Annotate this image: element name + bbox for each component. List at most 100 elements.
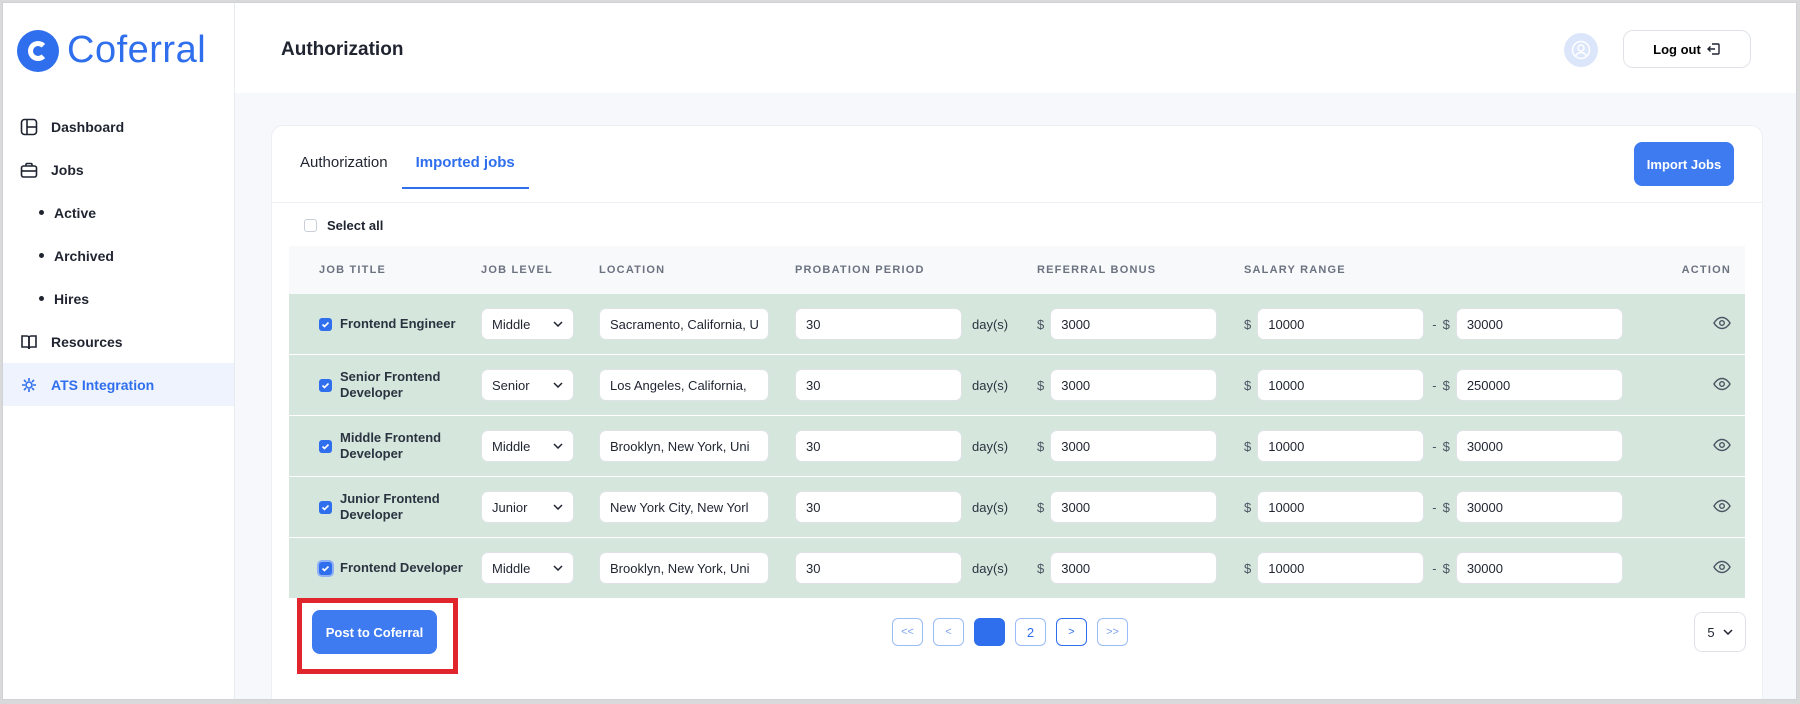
location-input[interactable]: Los Angeles, California, [599,369,769,401]
bonus-input[interactable]: 3000 [1050,308,1218,340]
job-level-select[interactable]: Middle [481,308,574,340]
probation-input[interactable]: 30 [795,491,962,523]
days-suffix: day(s) [972,377,1009,393]
next-page-button[interactable]: > [1056,618,1087,646]
sidebar-item-archived[interactable]: Archived [3,234,234,277]
brand-logo[interactable]: Coferral [17,29,206,72]
sidebar-item-resources[interactable]: Resources [3,320,234,363]
per-page-select[interactable]: 5 [1694,612,1746,652]
currency-symbol: $ [1442,377,1450,393]
col-bonus: REFERRAL BONUS [1037,264,1157,276]
tab-imported-jobs[interactable]: Imported jobs [401,154,529,189]
sidebar-item-dashboard[interactable]: Dashboard [3,105,234,148]
job-level-select[interactable]: Middle [481,430,574,462]
last-page-button[interactable]: >> [1097,618,1128,646]
eye-icon[interactable] [1713,560,1731,577]
check-icon [321,321,330,328]
bonus-input[interactable]: 3000 [1050,430,1218,462]
select-all[interactable]: Select all [304,218,383,233]
eye-icon[interactable] [1713,316,1731,333]
range-separator: - [1432,438,1437,454]
probation-input[interactable]: 30 [795,552,962,584]
row-checkbox[interactable] [319,378,332,392]
range-separator: - [1432,316,1437,332]
import-jobs-button[interactable]: Import Jobs [1634,142,1734,186]
sidebar-item-hires[interactable]: Hires [3,277,234,320]
tabs: Authorization Imported jobs [300,154,529,189]
bonus-input[interactable]: 3000 [1050,552,1218,584]
job-title: Frontend Engineer [340,316,456,331]
sidebar: Coferral Dashboard Jobs Active Archived … [3,3,235,699]
row-checkbox[interactable] [319,500,332,514]
sidebar-item-active[interactable]: Active [3,191,234,234]
job-level-value: Middle [492,438,531,454]
salary-max-input[interactable]: 30000 [1455,308,1623,340]
select-all-checkbox[interactable] [304,219,317,232]
check-icon [321,565,330,572]
post-to-coferral-button[interactable]: Post to Coferral [312,610,437,654]
location-input[interactable]: New York City, New Yorl [599,491,769,523]
bonus-input[interactable]: 3000 [1050,491,1218,523]
currency-symbol: $ [1442,560,1450,576]
eye-icon[interactable] [1713,377,1731,394]
page-title: Authorization [281,39,404,60]
chevron-down-icon [553,504,563,510]
salary-min-input[interactable]: 10000 [1257,552,1425,584]
days-suffix: day(s) [972,438,1009,454]
job-level-value: Senior [492,377,530,393]
chevron-down-icon [553,321,563,327]
salary-min-input[interactable]: 10000 [1257,369,1425,401]
page-2-button[interactable]: 2 [1015,618,1046,646]
row-checkbox[interactable] [319,317,332,331]
col-job-level: JOB LEVEL [481,264,553,276]
row-checkbox[interactable] [319,439,332,453]
range-separator: - [1432,499,1437,515]
sidebar-item-label: Hires [54,290,90,307]
eye-icon[interactable] [1713,499,1731,516]
avatar[interactable] [1564,33,1598,67]
chevron-down-icon [1723,629,1733,635]
page-1-button[interactable]: 1 [974,618,1005,646]
job-title: Middle Frontend Developer [340,430,442,461]
app-frame: Coferral Dashboard Jobs Active Archived … [2,2,1797,700]
sidebar-item-jobs[interactable]: Jobs [3,148,234,191]
salary-max-input[interactable]: 30000 [1455,491,1623,523]
salary-min-input[interactable]: 10000 [1257,430,1425,462]
table-header: JOB TITLE JOB LEVEL LOCATION PROBATION P… [289,246,1745,294]
job-level-select[interactable]: Junior [481,491,574,523]
eye-icon[interactable] [1713,438,1731,455]
location-input[interactable]: Brooklyn, New York, Uni [599,552,769,584]
bonus-input[interactable]: 3000 [1050,369,1218,401]
probation-input[interactable]: 30 [795,430,962,462]
check-icon [321,504,330,511]
col-salary: SALARY RANGE [1244,264,1346,276]
range-separator: - [1432,377,1437,393]
location-input[interactable]: Sacramento, California, U [599,308,769,340]
sidebar-item-label: Active [54,204,97,221]
days-suffix: day(s) [972,560,1009,576]
logout-label: Log out [1653,41,1701,57]
salary-max-input[interactable]: 30000 [1455,430,1623,462]
salary-min-input[interactable]: 10000 [1257,308,1425,340]
logout-button[interactable]: Log out [1623,30,1751,68]
sidebar-item-ats-integration[interactable]: ATS Integration [3,363,234,406]
job-level-select[interactable]: Middle [481,552,574,584]
job-level-select[interactable]: Senior [481,369,574,401]
location-input[interactable]: Brooklyn, New York, Uni [599,430,769,462]
job-title: Junior Frontend Developer [340,491,440,522]
salary-max-input[interactable]: 250000 [1455,369,1623,401]
currency-symbol: $ [1244,560,1252,576]
first-page-button[interactable]: << [892,618,923,646]
days-suffix: day(s) [972,316,1009,332]
probation-input[interactable]: 30 [795,369,962,401]
dashboard-icon [19,117,39,137]
salary-max-input[interactable]: 30000 [1455,552,1623,584]
tab-authorization[interactable]: Authorization [300,154,402,189]
row-checkbox[interactable] [319,561,332,575]
salary-min-input[interactable]: 10000 [1257,491,1425,523]
prev-page-button[interactable]: < [933,618,964,646]
chevron-down-icon [553,565,563,571]
table-row: Junior Frontend Developer Junior New Yor… [289,477,1745,538]
probation-input[interactable]: 30 [795,308,962,340]
ats-integration-icon [19,375,39,395]
